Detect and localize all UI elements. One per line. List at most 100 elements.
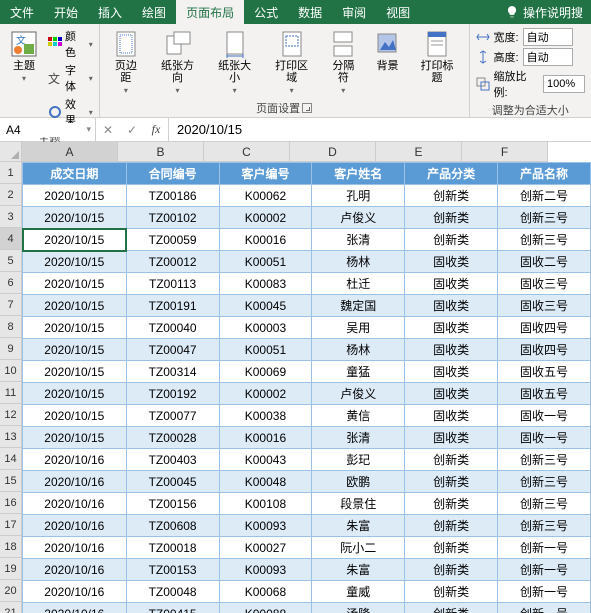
cell[interactable]: 2020/10/15	[23, 383, 127, 405]
cell[interactable]: 创新类	[405, 471, 498, 493]
cell[interactable]: 2020/10/16	[23, 603, 127, 613]
tab-data[interactable]: 数据	[288, 0, 332, 24]
theme-fonts-button[interactable]: 文 字体▾	[48, 62, 93, 94]
cell[interactable]: 2020/10/15	[23, 185, 127, 207]
table-header-cell[interactable]: 客户姓名	[312, 163, 405, 185]
table-header-cell[interactable]: 产品名称	[498, 163, 591, 185]
cell[interactable]: K00093	[219, 559, 312, 581]
cell[interactable]: TZ00077	[126, 405, 219, 427]
cancel-formula-button[interactable]: ✕	[96, 118, 120, 141]
row-header[interactable]: 6	[0, 272, 22, 294]
cell[interactable]: TZ00047	[126, 339, 219, 361]
cell[interactable]: K00003	[219, 317, 312, 339]
tab-view[interactable]: 视图	[376, 0, 420, 24]
cell[interactable]: 固收一号	[498, 427, 591, 449]
tab-insert[interactable]: 插入	[88, 0, 132, 24]
cell[interactable]: 朱富	[312, 515, 405, 537]
cell[interactable]: TZ00048	[126, 581, 219, 603]
cell[interactable]: 创新类	[405, 537, 498, 559]
cell[interactable]: 固收类	[405, 405, 498, 427]
cell[interactable]: K00043	[219, 449, 312, 471]
cell[interactable]: TZ00018	[126, 537, 219, 559]
cell[interactable]: 创新三号	[498, 471, 591, 493]
cell[interactable]: 固收类	[405, 383, 498, 405]
cell[interactable]: TZ00028	[126, 427, 219, 449]
tab-page-layout[interactable]: 页面布局	[176, 0, 244, 24]
cell[interactable]: TZ00012	[126, 251, 219, 273]
cell[interactable]: K00048	[219, 471, 312, 493]
row-header[interactable]: 18	[0, 536, 22, 558]
row-header[interactable]: 12	[0, 404, 22, 426]
cell[interactable]: 吴用	[312, 317, 405, 339]
cell[interactable]: 创新类	[405, 559, 498, 581]
cell[interactable]: 创新一号	[498, 603, 591, 613]
cell[interactable]: 童威	[312, 581, 405, 603]
row-header[interactable]: 3	[0, 206, 22, 228]
tab-review[interactable]: 审阅	[332, 0, 376, 24]
cell[interactable]: 2020/10/16	[23, 581, 127, 603]
cell[interactable]: 孔明	[312, 185, 405, 207]
cell[interactable]: 杨林	[312, 339, 405, 361]
formula-input[interactable]	[177, 122, 583, 137]
column-header-A[interactable]: A	[22, 142, 118, 162]
row-header[interactable]: 19	[0, 558, 22, 580]
cell[interactable]: K00062	[219, 185, 312, 207]
cell[interactable]: 固收类	[405, 427, 498, 449]
data-table[interactable]: 成交日期合同编号客户编号客户姓名产品分类产品名称2020/10/15TZ0018…	[22, 162, 591, 613]
cell[interactable]: K00068	[219, 581, 312, 603]
cell[interactable]: K00002	[219, 383, 312, 405]
cell[interactable]: 汤隆	[312, 603, 405, 613]
row-header[interactable]: 15	[0, 470, 22, 492]
row-header[interactable]: 4	[0, 228, 22, 250]
cell[interactable]: 固收类	[405, 273, 498, 295]
cell[interactable]: 2020/10/16	[23, 493, 127, 515]
print-area-button[interactable]: 打印区域▾	[266, 28, 317, 98]
tab-formulas[interactable]: 公式	[244, 0, 288, 24]
cell[interactable]: 固收类	[405, 317, 498, 339]
select-all-corner[interactable]	[0, 142, 22, 162]
cell[interactable]: 固收一号	[498, 405, 591, 427]
cell[interactable]: K00088	[219, 603, 312, 613]
background-button[interactable]: 背景	[369, 28, 405, 74]
cell[interactable]: 创新三号	[498, 515, 591, 537]
cell[interactable]: 固收三号	[498, 295, 591, 317]
cell[interactable]: TZ00040	[126, 317, 219, 339]
cell[interactable]: 2020/10/15	[23, 339, 127, 361]
cell[interactable]: 卢俊义	[312, 383, 405, 405]
cell[interactable]: TZ00102	[126, 207, 219, 229]
cell[interactable]: 卢俊义	[312, 207, 405, 229]
cell[interactable]: 固收五号	[498, 361, 591, 383]
margins-button[interactable]: 页边距▾	[106, 28, 146, 98]
cell[interactable]: 创新一号	[498, 559, 591, 581]
cell[interactable]: 固收类	[405, 361, 498, 383]
cell[interactable]: 杨林	[312, 251, 405, 273]
cell[interactable]: K00002	[219, 207, 312, 229]
row-header[interactable]: 5	[0, 250, 22, 272]
cell[interactable]: 创新三号	[498, 493, 591, 515]
cell[interactable]: K00016	[219, 427, 312, 449]
row-header[interactable]: 8	[0, 316, 22, 338]
insert-function-button[interactable]: fx	[144, 118, 168, 141]
cell[interactable]: 2020/10/16	[23, 471, 127, 493]
row-header[interactable]: 20	[0, 580, 22, 602]
cell[interactable]: 杜迁	[312, 273, 405, 295]
row-header[interactable]: 16	[0, 492, 22, 514]
column-header-D[interactable]: D	[290, 142, 376, 162]
height-input[interactable]	[523, 48, 573, 66]
cell[interactable]: 2020/10/16	[23, 449, 127, 471]
scale-input[interactable]	[543, 75, 585, 93]
themes-button[interactable]: 文 主题▾	[6, 28, 42, 86]
cell[interactable]: K00069	[219, 361, 312, 383]
cell[interactable]: TZ00415	[126, 603, 219, 613]
theme-colors-button[interactable]: 颜色▾	[48, 28, 93, 60]
row-header[interactable]: 10	[0, 360, 22, 382]
tab-file[interactable]: 文件	[0, 0, 44, 24]
cell[interactable]: K00027	[219, 537, 312, 559]
cell[interactable]: 2020/10/15	[23, 207, 127, 229]
cell[interactable]: 2020/10/16	[23, 559, 127, 581]
size-button[interactable]: 纸张大小▾	[209, 28, 260, 98]
page-setup-dialog-launcher[interactable]	[302, 103, 312, 113]
cell[interactable]: 创新二号	[498, 185, 591, 207]
cell[interactable]: 固收二号	[498, 251, 591, 273]
cell[interactable]: 张清	[312, 229, 405, 251]
